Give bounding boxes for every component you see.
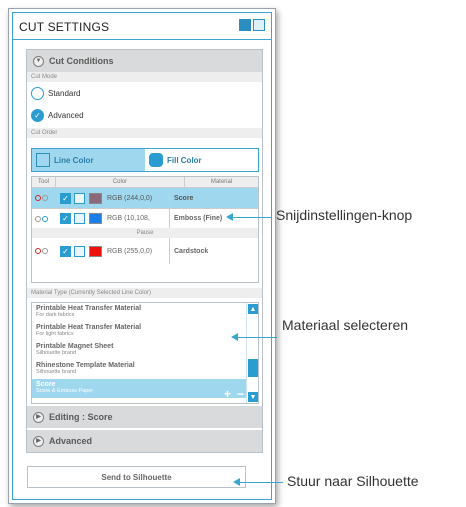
checkbox-icon[interactable]: ✓ bbox=[60, 213, 71, 224]
material-name: Score bbox=[36, 381, 56, 388]
tab-fill-color[interactable]: Fill Color bbox=[145, 149, 258, 171]
callout-line-send bbox=[239, 482, 283, 483]
material-name: Printable Heat Transfer Material bbox=[36, 324, 142, 331]
chevron-right-icon: ▶ bbox=[33, 435, 44, 447]
rgb-value: RGB (10,108, bbox=[107, 215, 150, 222]
tab-line-color[interactable]: Line Color bbox=[32, 149, 145, 171]
editing-header[interactable]: ▶ Editing : Score bbox=[27, 406, 262, 428]
callout-send-to-silhouette: Stuur naar Silhouette bbox=[287, 473, 419, 489]
color-swatch bbox=[89, 192, 102, 204]
collapse-icon[interactable] bbox=[239, 19, 251, 31]
material-sub: Score & Emboss Paper bbox=[36, 388, 94, 394]
radio-standard[interactable] bbox=[31, 86, 44, 100]
line-color-icon bbox=[36, 153, 50, 167]
table-header: Tool Color Material bbox=[32, 177, 258, 188]
scroll-down-icon[interactable]: ▼ bbox=[248, 392, 258, 402]
list-item[interactable]: Printable Heat Transfer Material For dar… bbox=[32, 303, 258, 322]
chevron-right-icon: ▶ bbox=[33, 411, 44, 423]
send-to-silhouette-button[interactable]: Send to Silhouette bbox=[27, 466, 246, 488]
material-name: Printable Magnet Sheet bbox=[36, 343, 114, 350]
tab-line-color-label: Line Color bbox=[54, 155, 94, 165]
rgb-value: RGB (244,0,0) bbox=[107, 194, 153, 202]
col-material: Material bbox=[210, 179, 233, 185]
chevron-down-icon: ▼ bbox=[33, 55, 44, 67]
remove-material-button[interactable]: − bbox=[237, 387, 244, 401]
scroll-up-icon[interactable]: ▲ bbox=[248, 304, 258, 314]
material-cell: Emboss (Fine) bbox=[169, 209, 258, 228]
mode-advanced[interactable]: ✓ Advanced bbox=[27, 104, 262, 126]
material-sub: For dark fabrics bbox=[36, 312, 75, 318]
checkbox-icon[interactable]: ✓ bbox=[60, 245, 71, 257]
panel-title: CUT SETTINGS bbox=[19, 20, 110, 34]
scroll-thumb[interactable] bbox=[248, 359, 258, 377]
material-cell: Cardstock bbox=[169, 238, 258, 264]
title-divider bbox=[13, 39, 271, 40]
material-actions: + − bbox=[224, 387, 244, 401]
table-empty-space bbox=[32, 264, 258, 282]
advanced-header[interactable]: ▶ Advanced bbox=[27, 430, 262, 452]
mode-standard-label: Standard bbox=[48, 88, 81, 98]
checkbox-icon[interactable]: ✓ bbox=[60, 192, 71, 204]
col-color: Color bbox=[56, 177, 185, 187]
material-sub: Silhouette brand bbox=[36, 369, 77, 375]
material-type-label: Material Type (Currently Selected Line C… bbox=[27, 288, 262, 298]
material-scrollbar[interactable]: ▲ ▼ bbox=[246, 303, 258, 403]
color-swatch bbox=[89, 213, 102, 224]
radio-advanced[interactable]: ✓ bbox=[31, 108, 44, 122]
table-row[interactable]: ✓ RGB (255,0,0) Cardstock bbox=[32, 238, 258, 264]
material-cell: Score bbox=[169, 188, 258, 208]
material-name: Printable Heat Transfer Material bbox=[36, 305, 142, 312]
tool-selector[interactable] bbox=[32, 248, 56, 254]
editing-label: Editing : Score bbox=[49, 412, 113, 422]
table-row[interactable]: ✓ RGB (244,0,0) Score bbox=[32, 188, 258, 208]
callout-line-cut-settings bbox=[232, 217, 272, 218]
window-buttons bbox=[239, 19, 265, 31]
cut-conditions-header[interactable]: ▼ Cut Conditions bbox=[27, 50, 262, 72]
tab-fill-color-label: Fill Color bbox=[167, 155, 202, 165]
cut-order-table: Tool Color Material ✓ RGB (244,0,0) Scor… bbox=[31, 176, 259, 283]
cut-conditions-label: Cut Conditions bbox=[49, 56, 114, 66]
mode-advanced-label: Advanced bbox=[48, 110, 84, 120]
pen-icon[interactable] bbox=[74, 245, 85, 257]
list-item[interactable]: Printable Magnet Sheet Silhouette brand bbox=[32, 341, 258, 360]
callout-cut-settings-button: Snijdinstellingen-knop bbox=[276, 207, 413, 223]
advanced-label: Advanced bbox=[49, 436, 93, 446]
table-row[interactable]: ✓ RGB (10,108, Emboss (Fine) bbox=[32, 208, 258, 228]
pen-icon[interactable] bbox=[74, 192, 85, 204]
cut-order-tabs: Line Color Fill Color bbox=[31, 148, 259, 172]
pen-icon[interactable] bbox=[74, 213, 85, 224]
tool-selector[interactable] bbox=[32, 195, 56, 201]
cut-mode-label: Cut Mode bbox=[27, 72, 262, 82]
material-sub: Silhouette brand bbox=[36, 350, 77, 356]
color-swatch bbox=[89, 245, 102, 257]
material-list: Printable Heat Transfer Material For dar… bbox=[31, 302, 259, 404]
settings-scroll-area: ▼ Cut Conditions Cut Mode Standard ✓ Adv… bbox=[26, 49, 263, 453]
rgb-value: RGB (255,0,0) bbox=[107, 247, 153, 255]
list-item[interactable]: Rhinestone Template Material Silhouette … bbox=[32, 360, 258, 379]
col-tool: Tool bbox=[32, 177, 56, 187]
expand-icon[interactable] bbox=[253, 19, 265, 31]
cut-order-label: Cut Order bbox=[27, 128, 262, 138]
callout-line-material bbox=[237, 337, 277, 338]
tool-selector[interactable] bbox=[32, 215, 56, 222]
pause-divider: Pause bbox=[32, 228, 258, 238]
fill-color-icon bbox=[149, 153, 163, 167]
material-name: Rhinestone Template Material bbox=[36, 362, 135, 369]
add-material-button[interactable]: + bbox=[224, 387, 231, 401]
mode-standard[interactable]: Standard bbox=[27, 82, 262, 104]
cut-settings-panel: CUT SETTINGS ▼ Cut Conditions Cut Mode S… bbox=[12, 12, 272, 500]
callout-select-material: Materiaal selecteren bbox=[282, 317, 409, 333]
material-sub: For light fabrics bbox=[36, 331, 74, 337]
list-item[interactable]: Printable Heat Transfer Material For lig… bbox=[32, 322, 258, 341]
